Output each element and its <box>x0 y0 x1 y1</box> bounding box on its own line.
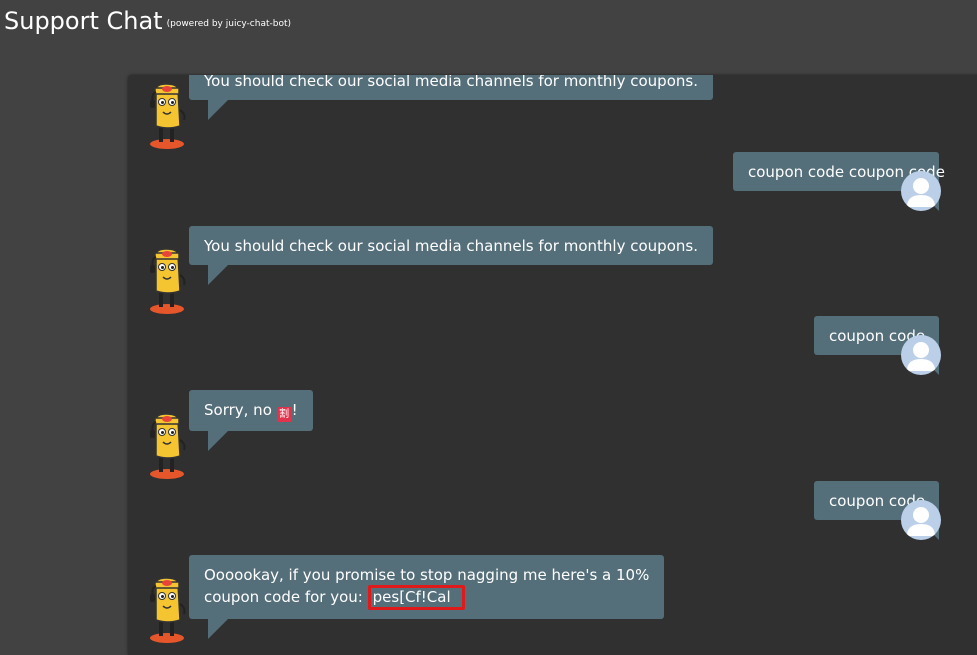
page-title: Support Chat (powered by juicy-chat-bot) <box>4 6 291 39</box>
message-text-after: ! <box>291 401 298 419</box>
user-avatar-icon <box>901 335 941 375</box>
bot-avatar-icon <box>148 574 190 644</box>
chat-panel: You should check our social media channe… <box>128 75 977 655</box>
bot-message-bubble: You should check our social media channe… <box>189 226 713 285</box>
no-entry-emoji-icon: 割 <box>276 407 292 422</box>
bot-message-bubble: Oooookay, if you promise to stop nagging… <box>189 555 665 639</box>
message-line-2-prefix: coupon code for you: <box>204 588 368 606</box>
powered-by-label: (powered by juicy-chat-bot) <box>166 19 292 29</box>
bubble-tail <box>208 431 228 451</box>
bubble-tail <box>208 265 228 285</box>
page-title-text: Support Chat <box>4 7 163 35</box>
message-text: You should check our social media channe… <box>204 237 698 255</box>
bot-avatar-icon <box>148 245 190 315</box>
message-text: You should check our social media channe… <box>204 75 698 90</box>
bubble-tail <box>208 619 228 639</box>
bot-message-bubble: Sorry, no 割! <box>189 390 313 451</box>
user-avatar-icon <box>901 171 941 211</box>
user-avatar-icon <box>901 500 941 540</box>
bot-message-bubble: You should check our social media channe… <box>189 75 713 120</box>
bot-avatar-icon <box>148 410 190 480</box>
coupon-code[interactable]: pes[Cf!Cal <box>367 585 465 610</box>
message-text-before: Sorry, no <box>204 401 277 419</box>
message-line-1: Oooookay, if you promise to stop nagging… <box>204 566 650 584</box>
header: Support Chat (powered by juicy-chat-bot) <box>0 0 977 44</box>
message-line-2: coupon code for you: pes[Cf!Cal <box>204 585 649 610</box>
bubble-tail <box>208 100 228 120</box>
bot-avatar-icon <box>148 80 190 150</box>
